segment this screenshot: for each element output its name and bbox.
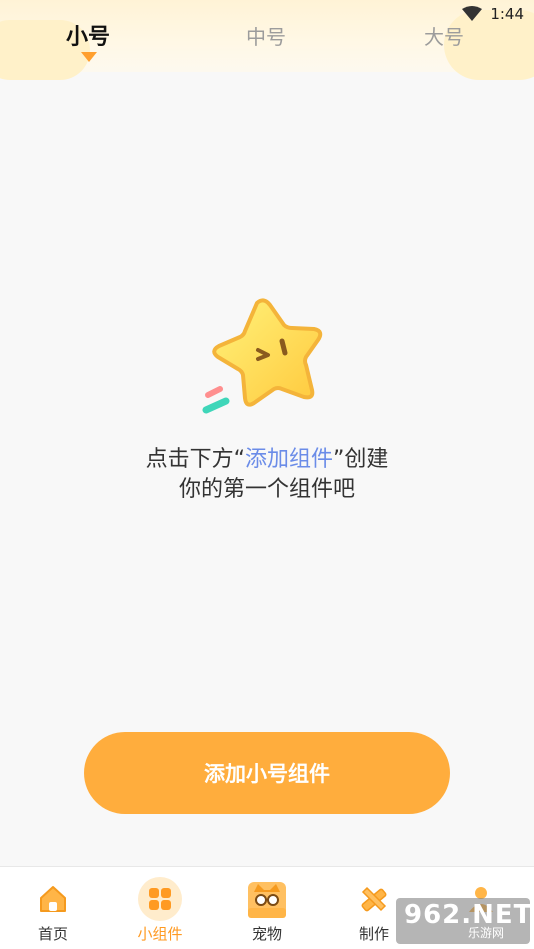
nav-pet[interactable]: 宠物	[222, 867, 312, 949]
top-header: 1:44 小号 中号 大号	[0, 0, 534, 80]
nav-widgets-label: 小组件	[137, 925, 183, 943]
empty-message: 点击下方“添加组件”创建 你的第一个组件吧	[0, 445, 534, 505]
ruler-pencil-icon	[352, 877, 396, 921]
widgets-icon	[138, 877, 182, 921]
pet-icon	[245, 877, 289, 921]
watermark-logo: 962.NET 乐游网	[396, 898, 531, 944]
empty-state: 点击下方“添加组件”创建 你的第一个组件吧	[0, 295, 534, 505]
nav-make-label: 制作	[358, 925, 389, 943]
add-small-widget-button[interactable]: 添加小号组件	[84, 732, 450, 814]
nav-pet-label: 宠物	[251, 925, 282, 943]
empty-message-line2: 你的第一个组件吧	[178, 477, 355, 502]
add-widget-link: 添加组件	[244, 447, 333, 472]
home-icon	[31, 877, 75, 921]
nav-widgets[interactable]: 小组件	[115, 867, 205, 949]
nav-home-label: 首页	[37, 925, 68, 943]
watermark-sub: 乐游网	[468, 926, 505, 940]
star-mascot-icon	[202, 295, 332, 425]
empty-prefix: 点击下方“	[145, 447, 245, 472]
tab-indicator	[81, 52, 97, 62]
empty-message-line1: 点击下方“添加组件”创建	[0, 445, 534, 475]
nav-home[interactable]: 首页	[8, 867, 98, 949]
empty-suffix: ”创建	[333, 447, 389, 472]
tab-small[interactable]: 小号	[66, 18, 110, 52]
tab-large[interactable]: 大号	[424, 18, 464, 52]
tab-medium[interactable]: 中号	[246, 18, 286, 52]
